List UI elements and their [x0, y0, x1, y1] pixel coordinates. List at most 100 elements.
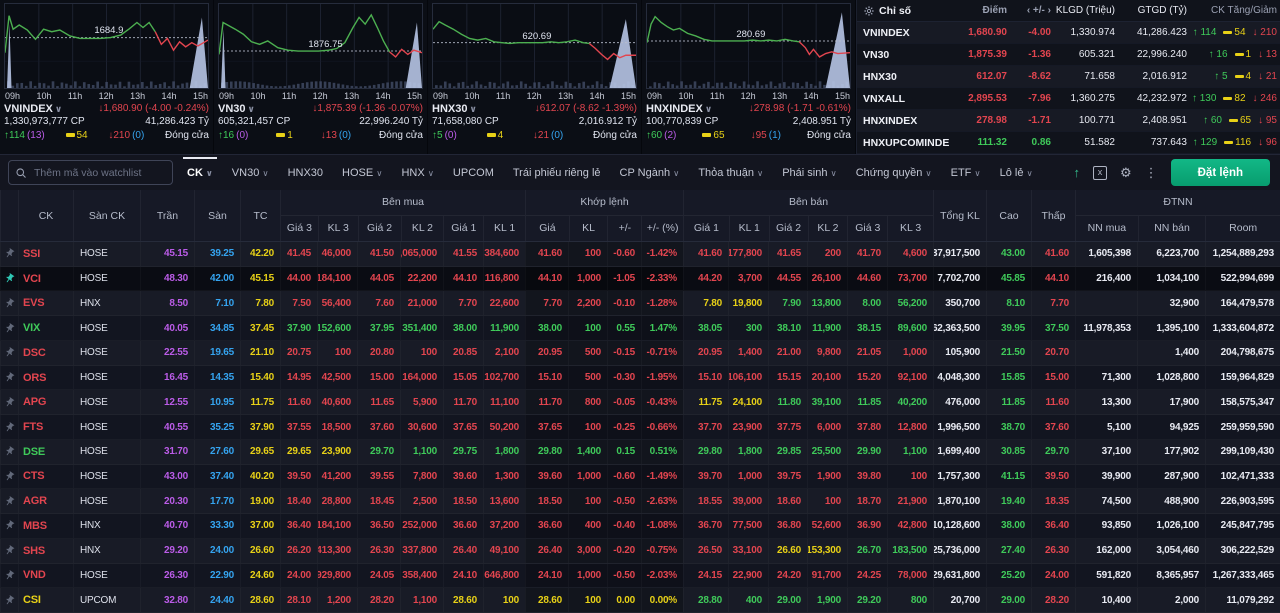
upload-icon[interactable]: ↑ [1073, 166, 1080, 179]
board-row-dsc[interactable]: DSCHOSE22.5519.6521.1020.7510020.8010020… [0, 341, 1280, 366]
pin-cell[interactable] [0, 465, 18, 489]
pin-cell[interactable] [0, 489, 18, 513]
pin-cell[interactable] [0, 316, 18, 340]
pin-icon[interactable] [2, 419, 17, 434]
board-row-csi[interactable]: CSIUPCOM32.8024.4028.6028.101,20028.201,… [0, 588, 1280, 613]
ticker-cell[interactable]: CSI [18, 588, 73, 612]
cell-bg1: 11.75 [683, 390, 728, 414]
cell-g1: 36.60 [443, 514, 483, 538]
board-row-evs[interactable]: EVSHNX8.507.107.807.5056,4007.6021,0007.… [0, 291, 1280, 316]
search-input[interactable] [32, 166, 166, 180]
pin-icon[interactable] [2, 345, 17, 360]
tab-thỏa-thuận[interactable]: Thỏa thuận∨ [698, 157, 763, 189]
index-name-dropdown[interactable]: HNX30∨ [432, 103, 477, 115]
board-row-mbs[interactable]: MBSHNX40.7033.3037.0036.40184,10036.5025… [0, 514, 1280, 539]
board-row-vix[interactable]: VIXHOSE40.0534.8537.4537.90152,60037.953… [0, 316, 1280, 341]
ticker-cell[interactable]: VND [18, 564, 73, 588]
board-row-fts[interactable]: FTSHOSE40.5535.2537.9037.5518,50037.6030… [0, 415, 1280, 440]
pin-icon[interactable] [2, 592, 17, 607]
pin-cell[interactable] [0, 390, 18, 414]
ticker-cell[interactable]: MBS [18, 514, 73, 538]
ticker-cell[interactable]: VCI [18, 267, 73, 291]
index-row-hnxupcomindex[interactable]: HNXUPCOMINDEX111.320.8651.582737.643↑ 12… [857, 132, 1280, 154]
tab-hnx[interactable]: HNX∨ [401, 157, 433, 189]
pin-icon[interactable] [2, 444, 17, 459]
time-tick: 13h [130, 91, 145, 101]
ticker-cell[interactable]: FTS [18, 415, 73, 439]
pin-cell[interactable] [0, 366, 18, 390]
pin-icon[interactable] [2, 494, 17, 509]
board-row-ors[interactable]: ORSHOSE16.4514.3515.4014.9542,50015.0016… [0, 366, 1280, 391]
index-name-dropdown[interactable]: VNINDEX∨ [4, 103, 62, 115]
board-row-vci[interactable]: VCIHOSE48.3042.0045.1544.00184,10044.052… [0, 267, 1280, 292]
board-row-dse[interactable]: DSEHOSE31.7027.6029.6529.6523,90029.701,… [0, 440, 1280, 465]
index-name-dropdown[interactable]: HNXINDEX∨ [646, 103, 712, 115]
pin-icon[interactable] [2, 271, 17, 286]
excel-export-icon[interactable]: x [1093, 166, 1107, 180]
pin-cell[interactable] [0, 564, 18, 588]
pin-icon[interactable] [2, 568, 17, 583]
unchanged-count: 1 [276, 130, 293, 141]
pin-icon[interactable] [2, 246, 17, 261]
pin-icon[interactable] [2, 370, 17, 385]
pin-cell[interactable] [0, 440, 18, 464]
tab-cp-ngành[interactable]: CP Ngành∨ [620, 157, 680, 189]
board-row-agr[interactable]: AGRHOSE20.3017.7019.0018.4028,80018.452,… [0, 489, 1280, 514]
board-row-ssi[interactable]: SSIHOSE45.1539.2542.2041.4546,00041.50,0… [0, 242, 1280, 267]
watchlist-search[interactable] [8, 160, 173, 185]
time-tick: 10h [250, 91, 265, 101]
pin-icon[interactable] [2, 320, 17, 335]
ticker-cell[interactable]: AGR [18, 489, 73, 513]
index-row-vnindex[interactable]: VNINDEX1,680.90-4.001,330.97441,286.423↑… [857, 22, 1280, 44]
cell-cao: 21.50 [986, 341, 1031, 365]
board-row-shs[interactable]: SHSHNX29.2024.0026.6026.20413,30026.3033… [0, 539, 1280, 564]
settings-icon[interactable]: ⚙ [1120, 166, 1132, 179]
ticker-cell[interactable]: SHS [18, 539, 73, 563]
index-name-dropdown[interactable]: VN30∨ [218, 103, 255, 115]
ticker-cell[interactable]: VIX [18, 316, 73, 340]
pin-icon[interactable] [2, 518, 17, 533]
pin-cell[interactable] [0, 291, 18, 315]
more-options-icon[interactable]: ⋮ [1145, 166, 1158, 179]
index-row-vn30[interactable]: VN301,875.39-1.36605.32122,996.240↑ 161↓… [857, 44, 1280, 66]
cell-chg: -0.05 [607, 390, 641, 414]
tab-hose[interactable]: HOSE∨ [342, 157, 382, 189]
index-row-hnxindex[interactable]: HNXINDEX278.98-1.71100.7712,408.951↑ 606… [857, 110, 1280, 132]
pin-cell[interactable] [0, 415, 18, 439]
pin-cell[interactable] [0, 539, 18, 563]
ticker-cell[interactable]: SSI [18, 242, 73, 266]
pin-icon[interactable] [2, 469, 17, 484]
cell-thap: 15.00 [1031, 366, 1075, 390]
ticker-cell[interactable]: EVS [18, 291, 73, 315]
ticker-cell[interactable]: APG [18, 390, 73, 414]
pin-cell[interactable] [0, 514, 18, 538]
board-row-cts[interactable]: CTSHOSE43.0037.4040.2039.5041,20039.557,… [0, 465, 1280, 490]
pin-icon[interactable] [2, 296, 17, 311]
tab-lô-lẻ[interactable]: Lô lẻ∨ [1000, 157, 1033, 189]
tab-hnx30[interactable]: HNX30 [288, 157, 323, 189]
pin-icon[interactable] [2, 395, 17, 410]
gear-icon[interactable] [863, 5, 875, 17]
ticker-cell[interactable]: DSC [18, 341, 73, 365]
ticker-cell[interactable]: DSE [18, 440, 73, 464]
index-row-vnxall[interactable]: VNXALL2,895.53-7.961,360.27542,232.972↑ … [857, 88, 1280, 110]
index-row-hnx30[interactable]: HNX30612.07-8.6271.6582,016.912↑ 54↓ 21 [857, 66, 1280, 88]
tab-phái-sinh[interactable]: Phái sinh∨ [782, 157, 837, 189]
pin-cell[interactable] [0, 242, 18, 266]
tab-chứng-quyền[interactable]: Chứng quyền∨ [856, 157, 932, 189]
col-header-Sàn CK: Sàn CK [73, 190, 140, 241]
ticker-cell[interactable]: CTS [18, 465, 73, 489]
ticker-cell[interactable]: ORS [18, 366, 73, 390]
place-order-button[interactable]: Đặt lệnh [1171, 159, 1270, 186]
pin-cell[interactable] [0, 341, 18, 365]
tab-ck[interactable]: CK∨ [187, 157, 213, 189]
tab-trái-phiếu-riêng-lẻ[interactable]: Trái phiếu riêng lẻ [513, 157, 601, 189]
pin-cell[interactable] [0, 267, 18, 291]
tab-vn30[interactable]: VN30∨ [232, 157, 269, 189]
pin-cell[interactable] [0, 588, 18, 612]
pin-icon[interactable] [2, 543, 17, 558]
tab-etf[interactable]: ETF∨ [951, 157, 981, 189]
board-row-vnd[interactable]: VNDHOSE26.3022.9024.6024.00,929,80024.05… [0, 564, 1280, 589]
tab-upcom[interactable]: UPCOM [453, 157, 494, 189]
board-row-apg[interactable]: APGHOSE12.5510.9511.7511.6040,60011.655,… [0, 390, 1280, 415]
